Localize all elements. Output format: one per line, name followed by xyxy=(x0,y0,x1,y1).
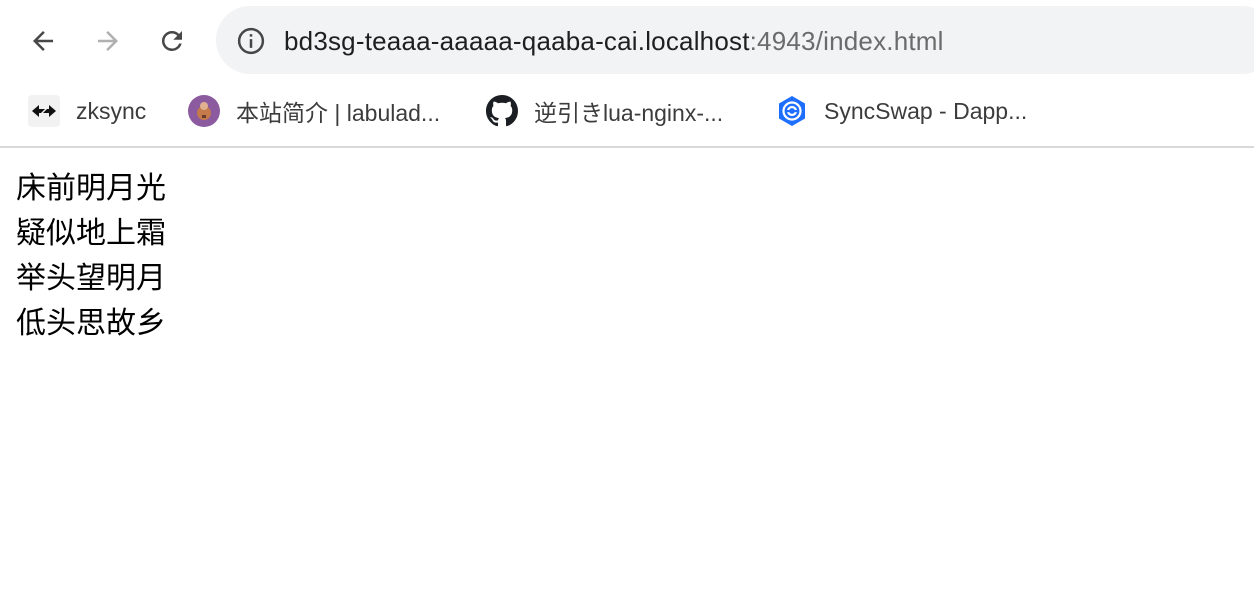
info-circle-icon[interactable] xyxy=(236,26,266,56)
poem-line-2: 疑似地上霜 xyxy=(16,216,166,251)
url-text[interactable]: bd3sg-teaaa-aaaaa-qaaba-cai.localhost:49… xyxy=(284,25,944,57)
bookmark-syncswap[interactable]: SyncSwap - Dapp... xyxy=(776,94,1027,128)
forward-button[interactable] xyxy=(86,19,130,63)
zksync-arrows-icon xyxy=(28,95,60,127)
back-button[interactable] xyxy=(21,19,65,63)
arrow-left-icon xyxy=(33,31,53,51)
bookmark-label: 逆引きlua-nginx-... xyxy=(534,100,724,126)
poem-line-1: 床前明月光 xyxy=(16,171,166,206)
bookmark-zksync[interactable]: zksync xyxy=(28,94,146,128)
toolbar-divider xyxy=(0,146,1254,148)
github-icon xyxy=(486,95,518,127)
page-content: 床前明月光 疑似地上霜 举头望明月 低头思故乡 xyxy=(16,166,166,346)
browser-toolbar: bd3sg-teaaa-aaaaa-qaaba-cai.localhost:49… xyxy=(0,0,1254,80)
bookmarks-bar: zksync 本站简介 | labulad... 逆引きlua-nginx-..… xyxy=(0,80,1254,146)
labuladong-avatar-icon xyxy=(188,95,220,127)
poem-line-4: 低头思故乡 xyxy=(16,306,166,341)
bookmark-label: 本站简介 | labulad... xyxy=(236,100,441,126)
bookmark-label: SyncSwap - Dapp... xyxy=(824,97,1028,124)
url-path: :4943/index.html xyxy=(749,26,944,56)
bookmark-labuladong[interactable]: 本站简介 | labulad... xyxy=(188,94,440,128)
syncswap-icon xyxy=(776,95,808,127)
reload-button[interactable] xyxy=(150,19,194,63)
arrow-right-icon xyxy=(98,31,118,51)
url-host: bd3sg-teaaa-aaaaa-qaaba-cai.localhost xyxy=(284,26,750,56)
bookmark-label: zksync xyxy=(76,97,147,124)
bookmark-lua-nginx[interactable]: 逆引きlua-nginx-... xyxy=(486,94,723,128)
address-bar[interactable]: bd3sg-teaaa-aaaaa-qaaba-cai.localhost:49… xyxy=(216,6,1254,74)
poem-line-3: 举头望明月 xyxy=(16,261,166,296)
reload-icon xyxy=(161,30,182,51)
